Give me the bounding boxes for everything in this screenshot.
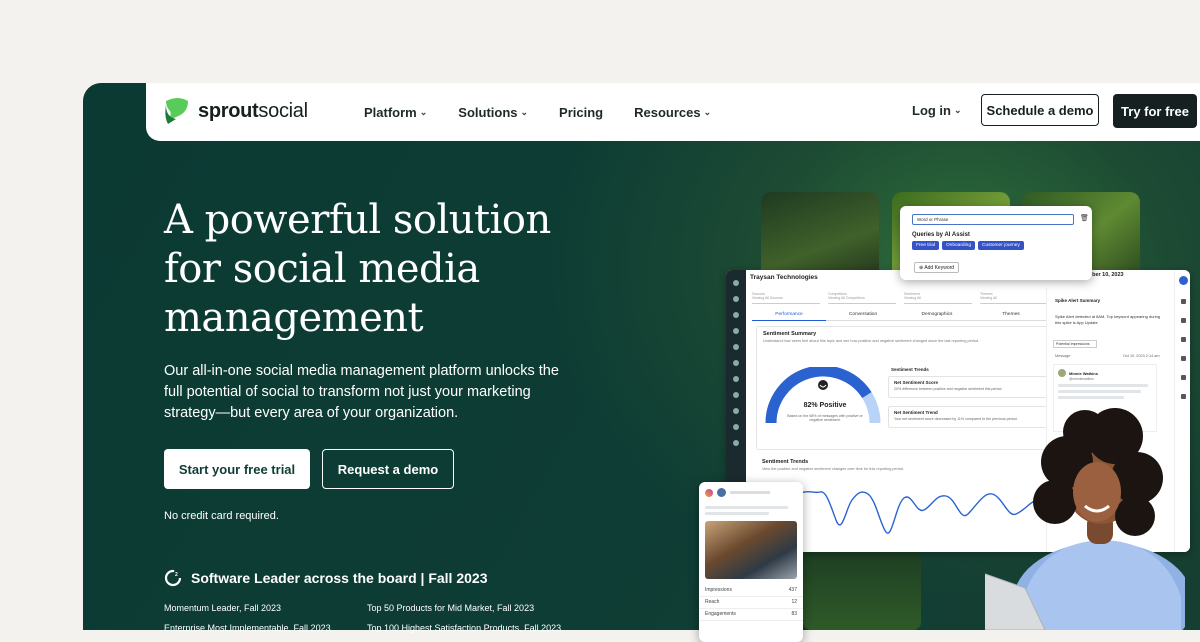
impressions-select[interactable]: Potential Impressions — [1053, 340, 1097, 348]
dashboard-tabs: Performance Conversation Demographics Th… — [752, 312, 1048, 321]
ai-queries: Queries by AI Assist Free trial Onboardi… — [912, 232, 1074, 254]
gauge-label: 82% Positive — [803, 402, 847, 409]
user-handle: @minniewatkins — [1069, 377, 1094, 381]
woman-with-laptop-photo — [985, 408, 1185, 630]
word-phrase-select[interactable]: Word or Phrase — [912, 214, 1074, 225]
alert-title: Spike Alert Summary — [1055, 298, 1101, 303]
post-image — [705, 521, 797, 579]
nav-solutions[interactable]: Solutions ⌄ — [458, 105, 528, 120]
dashboard-filters: Sources Viewing All Sources Competitors Vi… — [752, 292, 1048, 304]
logo-wordmark: sproutsocial — [198, 99, 308, 122]
award-item: Top 100 Highest Satisfaction Products, F… — [367, 623, 562, 633]
nav-links: Platform ⌄ Solutions ⌄ Pricing Resources ⌄ — [364, 83, 711, 141]
metric-row: Reach 12 — [699, 597, 803, 609]
add-keyword-button[interactable]: ⊕ Add Keyword — [914, 262, 960, 273]
award-headline: 2 Software Leader across the board | Fal… — [164, 569, 487, 587]
sprout-leaf-icon — [165, 98, 188, 124]
sprout-social-logo[interactable]: sproutsocial — [164, 97, 308, 125]
nav-pricing[interactable]: Pricing — [559, 105, 603, 120]
avatar — [717, 488, 726, 497]
no-credit-card-note: No credit card required. — [164, 510, 279, 522]
instagram-icon — [705, 488, 713, 497]
dashboard-company: Traysan Technologies — [750, 274, 818, 281]
query-chip[interactable]: Onboarding — [941, 241, 976, 250]
metric-row: Engagements 83 — [699, 609, 803, 621]
award-item: Enterprise Most Implementable, Fall 2023 — [164, 623, 331, 633]
login-link[interactable]: Log in ⌄ — [912, 103, 962, 118]
ai-queries-heading: Queries by AI Assist — [912, 232, 970, 238]
user-name: Minnie Watkins — [1069, 370, 1098, 376]
chevron-down-icon: ⌄ — [954, 105, 962, 115]
filter-sources[interactable]: Sources Viewing All Sources — [752, 292, 820, 304]
chevron-down-icon: ⌄ — [520, 106, 529, 117]
sentiment-trends-heading: Sentiment Trends — [891, 367, 929, 372]
chevron-down-icon: ⌄ — [419, 106, 428, 117]
col-message: Message — [1055, 354, 1071, 358]
trash-icon[interactable]: 🗑 — [1080, 214, 1089, 222]
start-free-trial-button[interactable]: Start your free trial — [164, 449, 310, 489]
g2-logo-icon: 2 — [164, 569, 182, 587]
svg-text:2: 2 — [175, 572, 178, 578]
card-subtitle: Understand how users feel about this top… — [763, 339, 980, 343]
query-chip[interactable]: Customer journey — [978, 241, 1024, 250]
avatar — [1058, 369, 1066, 377]
mobile-post-card: Impressions 437 Reach 12 Engagements 83 — [699, 482, 803, 642]
tab-performance[interactable]: Performance — [752, 312, 826, 321]
nav-platform[interactable]: Platform ⌄ — [364, 105, 427, 120]
card-title: Sentiment Summary — [763, 331, 817, 337]
schedule-demo-button[interactable]: Schedule a demo — [981, 94, 1099, 126]
ai-assist-popup: Word or Phrase 🗑 Queries by AI Assist Fr… — [900, 206, 1092, 280]
chevron-down-icon: ⌄ — [703, 106, 712, 117]
filter-themes[interactable]: Themes Viewing All — [980, 292, 1048, 304]
top-navigation: sproutsocial Platform ⌄ Solutions ⌄ Pricin… — [146, 83, 1200, 141]
hero-title: A powerful solution for social media man… — [164, 197, 551, 341]
nav-resources[interactable]: Resources ⌄ — [634, 105, 711, 120]
col-date: Oct 10, 2023 2:14 am — [1123, 354, 1160, 358]
metric-row: Impressions 437 — [699, 585, 803, 597]
tab-themes[interactable]: Themes — [974, 312, 1048, 321]
hero-description: Our all-in-one social media management p… — [164, 363, 559, 421]
filter-sentiment[interactable]: Sentiment Viewing All — [904, 292, 972, 304]
filter-competitors[interactable]: Competitors Viewing All Competitors — [828, 292, 896, 304]
award-title: Software Leader across the board | Fall … — [191, 570, 488, 586]
request-demo-button[interactable]: Request a demo — [322, 449, 454, 489]
award-item: Momentum Leader, Fall 2023 — [164, 603, 282, 613]
leaf-photo — [803, 540, 921, 630]
tab-conversation[interactable]: Conversation — [826, 312, 900, 321]
try-for-free-button[interactable]: Try for free — [1113, 94, 1197, 128]
query-chip[interactable]: Free trial — [912, 241, 939, 250]
gauge-note: Based on the 68% of messages with positi… — [787, 414, 863, 422]
award-item: Top 50 Products for Mid Market, Fall 202… — [367, 603, 535, 613]
awards-list: Momentum Leader, Fall 2023 Top 50 Produc… — [164, 603, 584, 633]
alert-text: Spike Alert detected at 8AM. Top keyword… — [1055, 314, 1161, 325]
tab-demographics[interactable]: Demographics — [900, 312, 974, 321]
